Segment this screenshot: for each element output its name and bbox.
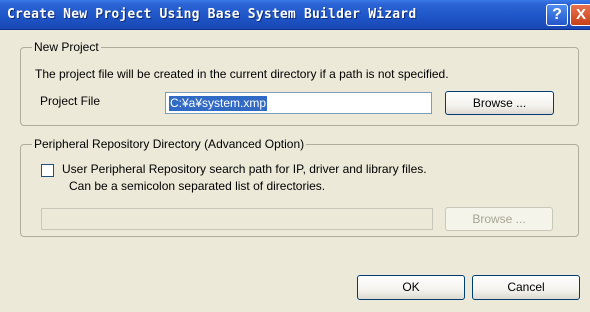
ok-button[interactable]: OK — [357, 275, 465, 300]
peripheral-browse-button[interactable]: Browse ... — [445, 207, 553, 231]
new-project-group: New Project The project file will be cre… — [20, 40, 579, 126]
help-button[interactable]: ? — [546, 4, 568, 26]
project-file-browse-button[interactable]: Browse ... — [445, 91, 554, 115]
new-project-description: The project file will be created in the … — [35, 67, 449, 81]
window-title: Create New Project Using Base System Bui… — [7, 7, 417, 22]
project-file-value: C:¥a¥system.xmp — [169, 96, 268, 111]
project-file-label: Project File — [40, 94, 101, 108]
peripheral-repository-group: Peripheral Repository Directory (Advance… — [20, 137, 579, 237]
new-project-legend: New Project — [32, 40, 101, 54]
cancel-button[interactable]: Cancel — [472, 275, 580, 300]
close-icon: X — [575, 6, 586, 23]
close-button[interactable]: X — [570, 4, 590, 26]
peripheral-checkbox-label-line1: User Peripheral Repository search path f… — [62, 162, 427, 176]
peripheral-path-input[interactable] — [41, 208, 433, 230]
peripheral-repository-checkbox[interactable] — [41, 164, 54, 177]
help-icon: ? — [552, 6, 562, 23]
project-file-input[interactable]: C:¥a¥system.xmp — [165, 92, 432, 114]
peripheral-repository-legend: Peripheral Repository Directory (Advance… — [32, 137, 307, 151]
peripheral-checkbox-label-line2: Can be a semicolon separated list of dir… — [69, 179, 326, 193]
title-bar[interactable]: Create New Project Using Base System Bui… — [0, 0, 590, 30]
